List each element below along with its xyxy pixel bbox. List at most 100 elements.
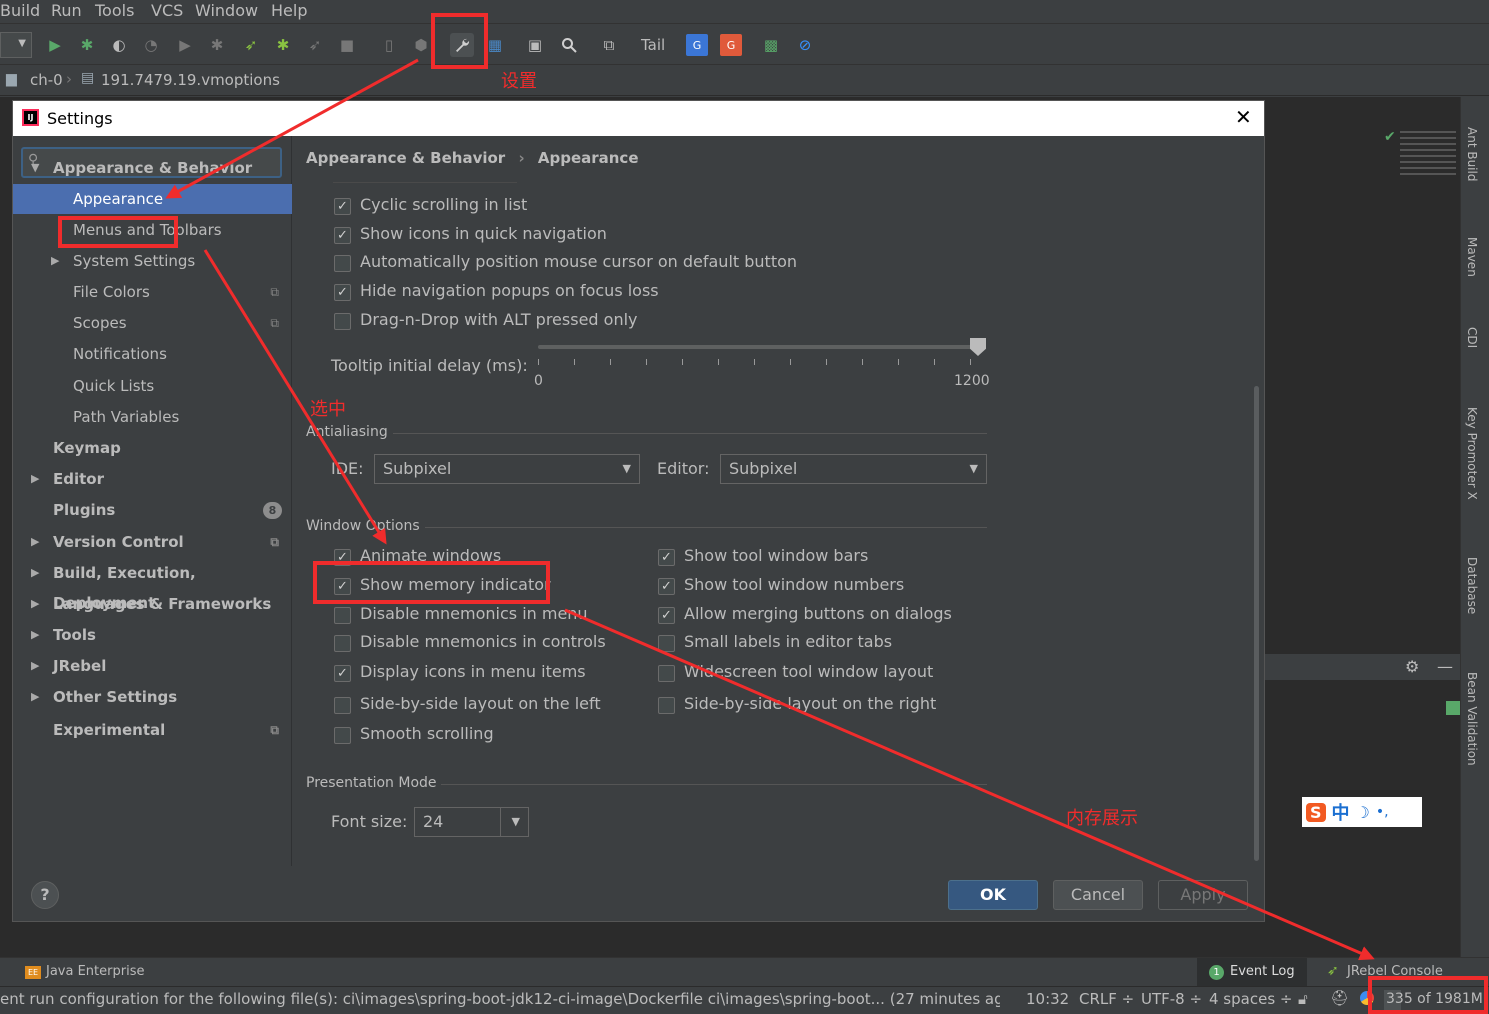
file-encoding[interactable]: UTF-8 ÷ (1141, 990, 1202, 1008)
tree-item[interactable]: ▶ Other Settings (13, 682, 292, 712)
coverage-icon[interactable]: ◐ (108, 34, 130, 56)
tree-item[interactable]: ▶ Version Control ⧉ (13, 527, 292, 557)
expand-right-icon[interactable]: ▶ (31, 651, 39, 681)
checkbox-label[interactable]: Side-by-side layout on the left (360, 694, 601, 713)
nav-file[interactable]: 191.7479.19.vmoptions (101, 71, 280, 89)
tree-item[interactable]: Experimental ⧉ (13, 715, 292, 745)
tree-item[interactable]: Keymap (13, 433, 292, 463)
status-message[interactable]: ent run configuration for the following … (0, 990, 1000, 1008)
editor-aa-combo[interactable]: Subpixel ▼ (720, 454, 987, 484)
tree-item[interactable]: Notifications (13, 339, 292, 369)
font-size-combo[interactable]: 24 ▼ (414, 807, 529, 837)
menu-window[interactable]: Window (195, 1, 258, 20)
tree-item[interactable]: Quick Lists (13, 371, 292, 401)
tree-item[interactable]: Appearance (13, 184, 292, 214)
checkbox[interactable] (334, 697, 351, 714)
menu-vcs[interactable]: VCS (151, 1, 183, 20)
breadcrumb-parent[interactable]: Appearance & Behavior (306, 149, 505, 167)
checkbox[interactable]: ✓ (658, 549, 675, 566)
minimize-icon[interactable]: — (1437, 657, 1453, 676)
checkbox-label[interactable]: Show tool window bars (684, 546, 868, 565)
jrebel-run-icon[interactable]: ➶ (240, 34, 262, 56)
search-icon[interactable] (558, 34, 580, 56)
translate-icon[interactable]: G (686, 34, 708, 56)
nav-folder[interactable]: ch-0 (30, 71, 63, 89)
expand-right-icon[interactable]: ▶ (31, 589, 39, 619)
checkbox[interactable]: ✓ (334, 227, 351, 244)
inspector-icon[interactable]: ⛑︎ (1330, 989, 1349, 1007)
ide-aa-combo[interactable]: Subpixel ▼ (374, 454, 640, 484)
line-separator[interactable]: CRLF ÷ (1079, 990, 1134, 1008)
build-artifacts-icon[interactable]: ▯ (378, 34, 400, 56)
menu-tools[interactable]: Tools (95, 1, 134, 20)
checkbox-label[interactable]: Allow merging buttons on dialogs (684, 604, 952, 623)
tree-item[interactable]: ▶ Languages & Frameworks (13, 589, 292, 619)
checkbox-label[interactable]: Smooth scrolling (360, 724, 494, 743)
expand-right-icon[interactable]: ▶ (31, 527, 39, 557)
help-button[interactable]: ? (31, 881, 59, 909)
tooltip-delay-slider[interactable] (538, 345, 983, 349)
checkbox[interactable]: ✓ (334, 284, 351, 301)
tree-item[interactable]: Plugins 8 (13, 495, 292, 525)
run-disabled-icon[interactable]: ▶ (174, 34, 196, 56)
stop-icon[interactable]: ■ (336, 34, 358, 56)
terminal-icon[interactable]: ▣ (524, 34, 546, 56)
translate-replace-icon[interactable]: G (720, 34, 742, 56)
expand-right-icon[interactable]: ▶ (31, 464, 39, 494)
checkbox[interactable] (334, 313, 351, 330)
content-scrollbar[interactable] (1254, 386, 1259, 861)
checkbox[interactable]: ✓ (334, 198, 351, 215)
gear-icon[interactable]: ⚙ (1405, 657, 1419, 676)
tree-item[interactable]: Scopes ⧉ (13, 308, 292, 338)
checkbox-label[interactable]: Disable mnemonics in menu (360, 604, 588, 623)
ime-chinese-mode[interactable]: 中 (1332, 799, 1350, 825)
expand-right-icon[interactable]: ▶ (31, 558, 39, 588)
checkbox[interactable] (334, 727, 351, 744)
lock-icon[interactable]: 🔓︎ (1298, 990, 1308, 1008)
checkbox[interactable] (658, 665, 675, 682)
profile-icon[interactable]: ◔ (140, 34, 162, 56)
attach-icon[interactable]: ➶ (304, 34, 326, 56)
menu-build[interactable]: Build (0, 1, 40, 20)
tool-ant-build[interactable]: Ant Build (1465, 127, 1479, 181)
tree-item[interactable]: Path Variables (13, 402, 292, 432)
tool-maven[interactable]: Maven (1465, 237, 1479, 277)
apply-button[interactable]: Apply (1158, 880, 1248, 910)
event-log-tab[interactable]: 1 Event Log (1197, 958, 1307, 987)
tree-item[interactable]: ▶ Editor (13, 464, 292, 494)
checkbox[interactable] (658, 635, 675, 652)
vcs-icon[interactable]: ⧉ (598, 34, 620, 56)
tree-item[interactable]: ▼ Appearance & Behavior (13, 153, 292, 183)
debug-disabled-icon[interactable]: ✱ (206, 34, 228, 56)
checkbox[interactable]: ✓ (658, 607, 675, 624)
tool-key-promoter[interactable]: Key Promoter X (1465, 407, 1479, 500)
checkbox-label[interactable]: Disable mnemonics in controls (360, 632, 606, 651)
checkbox[interactable] (334, 255, 351, 272)
checkbox-label[interactable]: Show icons in quick navigation (360, 224, 607, 243)
menu-help[interactable]: Help (271, 1, 307, 20)
debug-icon[interactable]: ✱ (76, 34, 98, 56)
tree-item[interactable]: ▶ System Settings (13, 246, 292, 276)
monitor-icon[interactable]: ▩ (760, 34, 782, 56)
tool-database[interactable]: Database (1465, 557, 1479, 614)
checkbox-label[interactable]: Small labels in editor tabs (684, 632, 892, 651)
checkbox-label[interactable]: Hide navigation popups on focus loss (360, 281, 659, 300)
checkbox-label[interactable]: Widescreen tool window layout (684, 662, 933, 681)
caret-position[interactable]: 10:32 (1026, 990, 1069, 1008)
run-config-combo[interactable]: ▼ (0, 32, 32, 58)
checkbox-label[interactable]: Cyclic scrolling in list (360, 195, 527, 214)
no-entry-icon[interactable]: ⊘ (794, 34, 816, 56)
tool-bean-validation[interactable]: Bean Validation (1465, 672, 1479, 766)
checkbox-label[interactable]: Side-by-side layout on the right (684, 694, 936, 713)
expand-right-icon[interactable]: ▶ (31, 620, 39, 650)
deploy-icon[interactable]: ⬢ (410, 34, 432, 56)
checkbox-label[interactable]: Show tool window numbers (684, 575, 904, 594)
tree-item[interactable]: ▶ Tools (13, 620, 292, 650)
expand-down-icon[interactable]: ▼ (31, 153, 39, 183)
ime-toolbar[interactable]: S 中 ☽ •, (1302, 797, 1422, 827)
run-icon[interactable]: ▶ (44, 34, 66, 56)
indent-setting[interactable]: 4 spaces ÷ (1209, 990, 1292, 1008)
checkbox[interactable]: ✓ (658, 578, 675, 595)
checkbox[interactable] (334, 635, 351, 652)
tail-button[interactable]: Tail (641, 36, 665, 54)
